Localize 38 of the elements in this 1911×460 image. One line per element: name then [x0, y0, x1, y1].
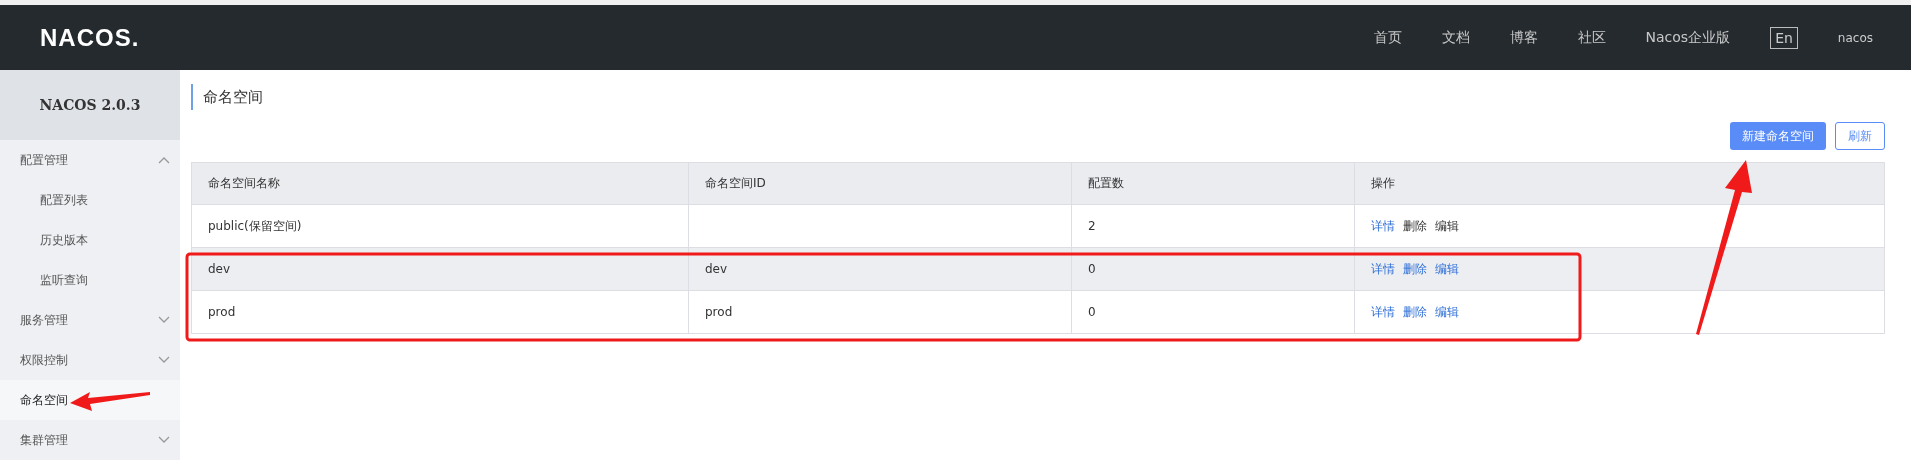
action-link[interactable]: 删除 [1403, 303, 1427, 321]
submenu-item[interactable]: 监听查询 [0, 260, 180, 300]
nav-link[interactable]: 首页 [1373, 28, 1402, 47]
menu-item[interactable]: 命名空间 [0, 380, 180, 420]
nav-link[interactable]: Nacos企业版 [1645, 28, 1731, 47]
table-cell: public(保留空间) [191, 204, 689, 248]
menu-item[interactable]: 集群管理 [0, 420, 180, 460]
logo: NACOS. [40, 23, 140, 52]
nav-link[interactable]: 文档 [1441, 28, 1470, 47]
table-cell: prod [191, 290, 689, 334]
action-link[interactable]: 详情 [1371, 260, 1395, 278]
column-header: 操作 [1354, 162, 1885, 205]
action-link[interactable]: 删除 [1403, 260, 1427, 278]
page-title: 命名空间 [191, 84, 1885, 110]
nav-link[interactable]: 博客 [1509, 28, 1538, 47]
column-header: 命名空间名称 [191, 162, 689, 205]
column-header: 命名空间ID [688, 162, 1072, 205]
language-button[interactable]: En [1770, 26, 1798, 49]
chevron-down-icon [158, 436, 170, 444]
table-cell: prod [688, 290, 1072, 334]
menu-item[interactable]: 配置管理 [0, 140, 180, 180]
action-link[interactable]: 详情 [1371, 303, 1395, 321]
user-menu[interactable]: nacos [1837, 30, 1873, 45]
table-cell: 0 [1071, 290, 1355, 334]
chevron-down-icon [158, 316, 170, 324]
nav-link[interactable]: 社区 [1577, 28, 1606, 47]
submenu-item[interactable]: 配置列表 [0, 180, 180, 220]
menu-item[interactable]: 服务管理 [0, 300, 180, 340]
chevron-up-icon [158, 156, 170, 164]
menu-item[interactable]: 权限控制 [0, 340, 180, 380]
sidebar-title: NACOS 2.0.3 [0, 70, 180, 140]
column-header: 配置数 [1071, 162, 1355, 205]
action-link[interactable]: 编辑 [1435, 260, 1459, 278]
action-link[interactable]: 编辑 [1435, 303, 1459, 321]
table-cell: 2 [1071, 204, 1355, 248]
submenu-item[interactable]: 历史版本 [0, 220, 180, 260]
chevron-down-icon [158, 356, 170, 364]
action-link[interactable]: 详情 [1371, 217, 1395, 235]
